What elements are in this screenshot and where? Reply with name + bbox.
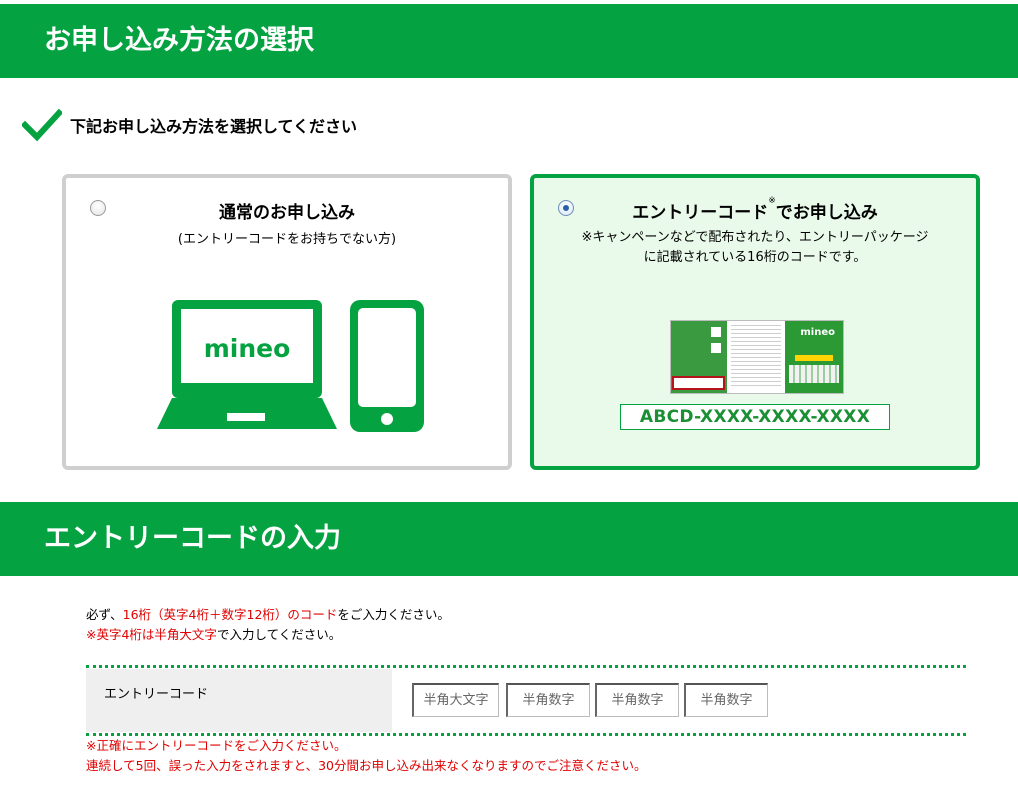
entry-code-input-2[interactable]: [506, 683, 590, 717]
entry-code-input-3[interactable]: [595, 683, 679, 717]
option-title: エントリーコード※でお申し込み: [632, 196, 878, 223]
option-entry-code-application[interactable]: エントリーコード※でお申し込み ※キャンペーンなどで配布されたり、エントリーパッ…: [530, 174, 980, 470]
instruction-text: 下記お申し込み方法を選択してください: [70, 117, 358, 136]
entry-code-notes: 必ず、16桁（英字4桁＋数字12桁）のコードをご入力ください。 ※英字4桁は半角…: [86, 607, 450, 642]
entry-code-input-1[interactable]: [412, 683, 499, 717]
entry-package-image: mineo: [670, 320, 844, 394]
section-title: お申し込み方法の選択: [44, 25, 314, 56]
option-normal-application[interactable]: 通常のお申し込み (エントリーコードをお持ちでない方) mineo: [62, 174, 512, 470]
warning-notes: ※正確にエントリーコードをご入力ください。 連続して5回、誤った入力をされますと…: [86, 736, 647, 776]
entry-code-label: エントリーコード: [86, 669, 392, 732]
mineo-logo: mineo: [204, 334, 291, 363]
option-note: ※キャンペーンなどで配布されたり、エントリーパッケージ に記載されている16桁の…: [581, 230, 929, 265]
warning-line: ※正確にエントリーコードをご入力ください。: [86, 738, 347, 753]
entry-code-sample: ABCD-XXXX-XXXX-XXXX: [620, 404, 890, 430]
option-title: 通常のお申し込み: [219, 203, 355, 223]
instruction: 下記お申し込み方法を選択してください: [22, 108, 357, 142]
entry-code-input-4[interactable]: [684, 683, 768, 717]
section-header-entry: エントリーコードの入力: [0, 502, 1018, 576]
section-header-method: お申し込み方法の選択: [0, 4, 1018, 78]
laptop-phone-illustration: mineo: [157, 300, 424, 432]
package-logo: mineo: [800, 327, 835, 338]
checkmark-icon: [22, 108, 62, 142]
section-title: エントリーコードの入力: [44, 523, 341, 554]
option-subtitle: (エントリーコードをお持ちでない方): [177, 232, 397, 247]
warning-line: 連続して5回、誤った入力をされますと、30分間お申し込み出来なくなりますのでご注…: [86, 758, 647, 773]
divider: [86, 665, 966, 668]
